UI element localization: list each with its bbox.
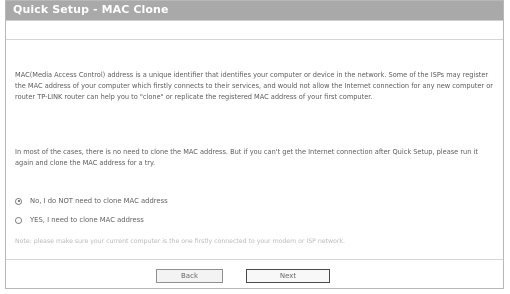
radio-clone[interactable] <box>15 216 22 224</box>
option-no-clone[interactable]: No, I do NOT need to clone MAC address <box>15 197 168 205</box>
instruction-paragraph: In most of the cases, there is no need t… <box>15 148 478 167</box>
footer-divider <box>6 259 503 260</box>
setup-panel: Quick Setup - MAC Clone MAC(Media Access… <box>5 0 504 289</box>
next-button[interactable]: Next <box>246 269 330 283</box>
back-button[interactable]: Back <box>156 269 223 283</box>
intro-paragraph: MAC(Media Access Control) address is a u… <box>15 71 493 101</box>
option-clone-label: YES, I need to clone MAC address <box>30 216 144 224</box>
option-clone[interactable]: YES, I need to clone MAC address <box>15 216 144 224</box>
radio-no-clone[interactable] <box>15 197 22 205</box>
title-bar: Quick Setup - MAC Clone <box>6 1 503 21</box>
divider <box>6 39 503 40</box>
page-title: Quick Setup - MAC Clone <box>13 3 169 16</box>
note-text: Note: please make sure your current comp… <box>15 238 345 245</box>
option-no-clone-label: No, I do NOT need to clone MAC address <box>30 197 168 205</box>
